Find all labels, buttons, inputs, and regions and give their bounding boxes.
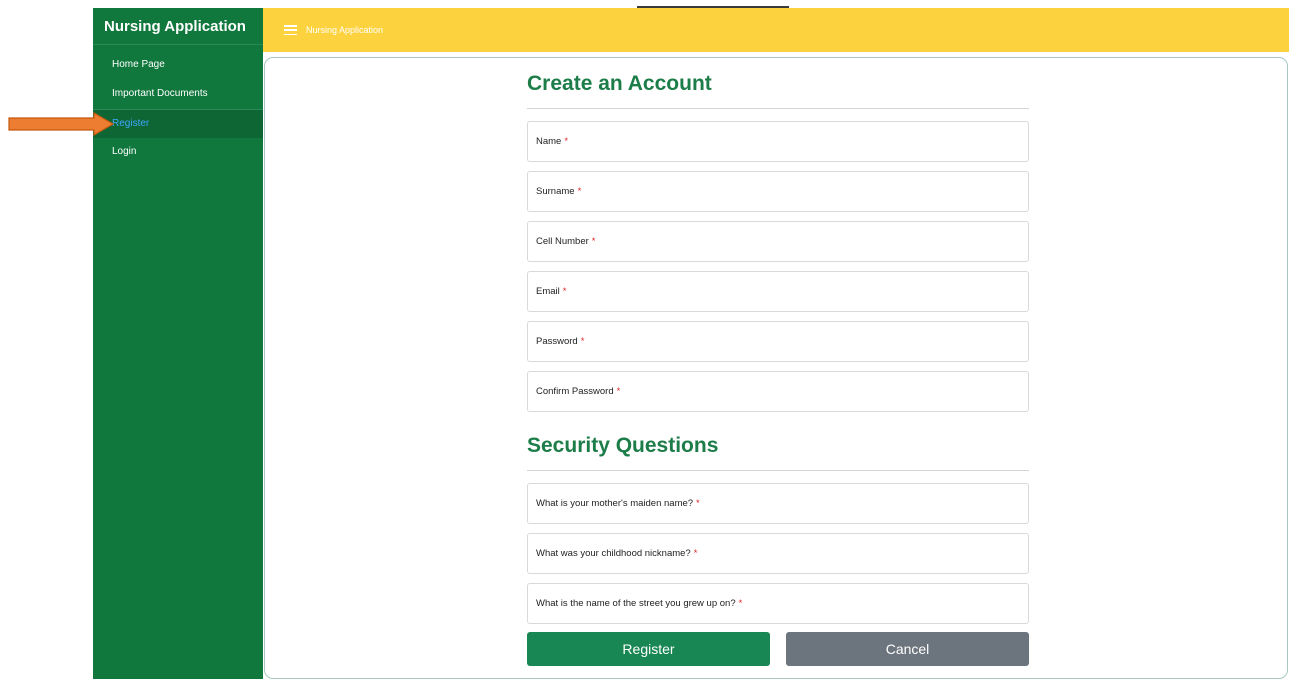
name-field[interactable]: Name *	[527, 121, 1029, 162]
sidebar: Nursing Application Home Page Important …	[93, 8, 263, 679]
childhood-nickname-field[interactable]: What was your childhood nickname? *	[527, 533, 1029, 574]
orange-pointer-arrow-icon	[8, 112, 114, 136]
mothers-maiden-name-label: What is your mother's maiden name?	[536, 498, 694, 509]
content-panel: Create an Account Name * Surname * Cell Nu…	[264, 57, 1288, 679]
name-label: Name	[536, 136, 562, 147]
confirm-password-field[interactable]: Confirm Password *	[527, 371, 1029, 412]
security-questions-section: Security Questions What is your mother's…	[527, 434, 1029, 624]
required-marker: *	[693, 548, 698, 559]
sidebar-item-important-documents[interactable]: Important Documents	[93, 80, 263, 109]
cancel-button[interactable]: Cancel	[786, 632, 1029, 666]
required-marker: *	[738, 598, 743, 609]
sidebar-nav: Home Page Important Documents Register L…	[93, 51, 263, 167]
required-marker: *	[577, 186, 582, 197]
required-marker: *	[616, 386, 621, 397]
top-bar: Nursing Application	[263, 8, 1289, 52]
password-label: Password	[536, 336, 578, 347]
required-marker: *	[562, 286, 567, 297]
sidebar-item-login[interactable]: Login	[93, 138, 263, 167]
email-field[interactable]: Email *	[527, 271, 1029, 312]
required-marker: *	[696, 498, 700, 509]
register-button[interactable]: Register	[527, 632, 770, 666]
surname-field[interactable]: Surname *	[527, 171, 1029, 212]
childhood-nickname-label: What was your childhood nickname?	[536, 548, 691, 559]
sidebar-app-title: Nursing Application	[93, 8, 263, 45]
mothers-maiden-name-field[interactable]: What is your mother's maiden name? *	[527, 483, 1029, 524]
hamburger-menu-icon[interactable]	[284, 25, 297, 35]
security-questions-heading: Security Questions	[527, 434, 1029, 471]
create-account-heading: Create an Account	[527, 72, 1029, 109]
password-field[interactable]: Password *	[527, 321, 1029, 362]
street-grew-up-on-field[interactable]: What is the name of the street you grew …	[527, 583, 1029, 624]
required-marker: *	[564, 136, 569, 147]
required-marker: *	[580, 336, 585, 347]
cell-number-label: Cell Number	[536, 236, 589, 247]
email-label: Email	[536, 286, 560, 297]
sidebar-item-register[interactable]: Register	[93, 109, 263, 138]
surname-label: Surname	[536, 186, 575, 197]
street-grew-up-on-label: What is the name of the street you grew …	[536, 598, 736, 609]
sidebar-item-home-page[interactable]: Home Page	[93, 51, 263, 80]
required-marker: *	[591, 236, 596, 247]
confirm-password-label: Confirm Password	[536, 386, 614, 397]
cell-number-field[interactable]: Cell Number *	[527, 221, 1029, 262]
topbar-title: Nursing Application	[306, 25, 384, 35]
create-account-section: Create an Account Name * Surname * Cell Nu…	[527, 72, 1029, 412]
